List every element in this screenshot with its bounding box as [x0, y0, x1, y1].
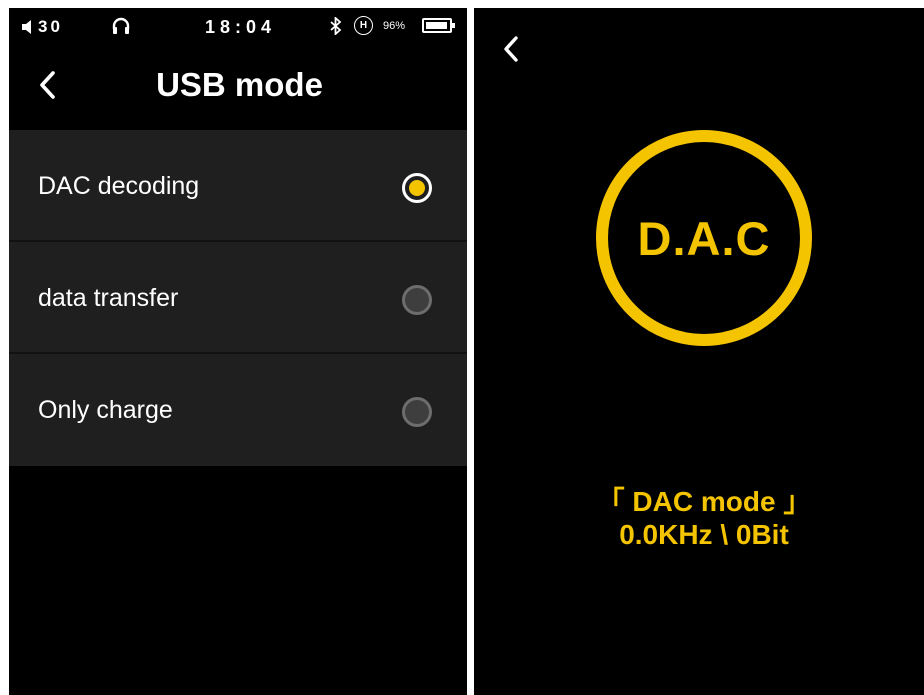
dac-status-screen: D.A.C 「 DAC mode 」 0.0KHz \ 0Bit — [474, 8, 924, 695]
battery-icon — [422, 18, 455, 33]
battery-tip — [452, 23, 455, 28]
radio-button[interactable] — [402, 397, 432, 427]
volume-value: 30 — [38, 17, 63, 36]
option-dac-decoding[interactable]: DAC decoding — [9, 130, 467, 242]
hires-badge: H — [354, 16, 373, 35]
battery-fill — [426, 22, 447, 29]
option-label: Only charge — [38, 396, 173, 424]
usb-mode-screen: 30 18:04 H 96% USB mode DAC decoding dat… — [9, 8, 467, 695]
option-only-charge[interactable]: Only charge — [9, 354, 467, 466]
radio-button[interactable] — [402, 285, 432, 315]
dac-mode-label: 「 DAC mode 」 — [596, 486, 812, 517]
option-label: data transfer — [38, 284, 179, 312]
volume-icon — [22, 20, 31, 34]
volume-indicator: 30 — [21, 17, 63, 37]
option-data-transfer[interactable]: data transfer — [9, 242, 467, 354]
back-button[interactable] — [496, 34, 526, 64]
dac-logo-ring: D.A.C — [596, 130, 812, 346]
clock: 18:04 — [205, 17, 277, 37]
radio-button[interactable] — [402, 173, 432, 203]
headphone-icon — [112, 17, 130, 40]
back-chevron-icon — [504, 36, 518, 62]
bluetooth-icon — [329, 15, 343, 40]
page-title: USB mode — [156, 66, 323, 103]
status-bar: 30 18:04 H 96% — [9, 8, 467, 46]
usb-mode-options: DAC decoding data transfer Only charge — [9, 130, 467, 466]
dac-logo-text: D.A.C — [637, 211, 771, 265]
sample-rate-info: 0.0KHz \ 0Bit — [619, 519, 789, 550]
option-label: DAC decoding — [38, 172, 200, 200]
battery-percent: 96% — [383, 20, 406, 32]
